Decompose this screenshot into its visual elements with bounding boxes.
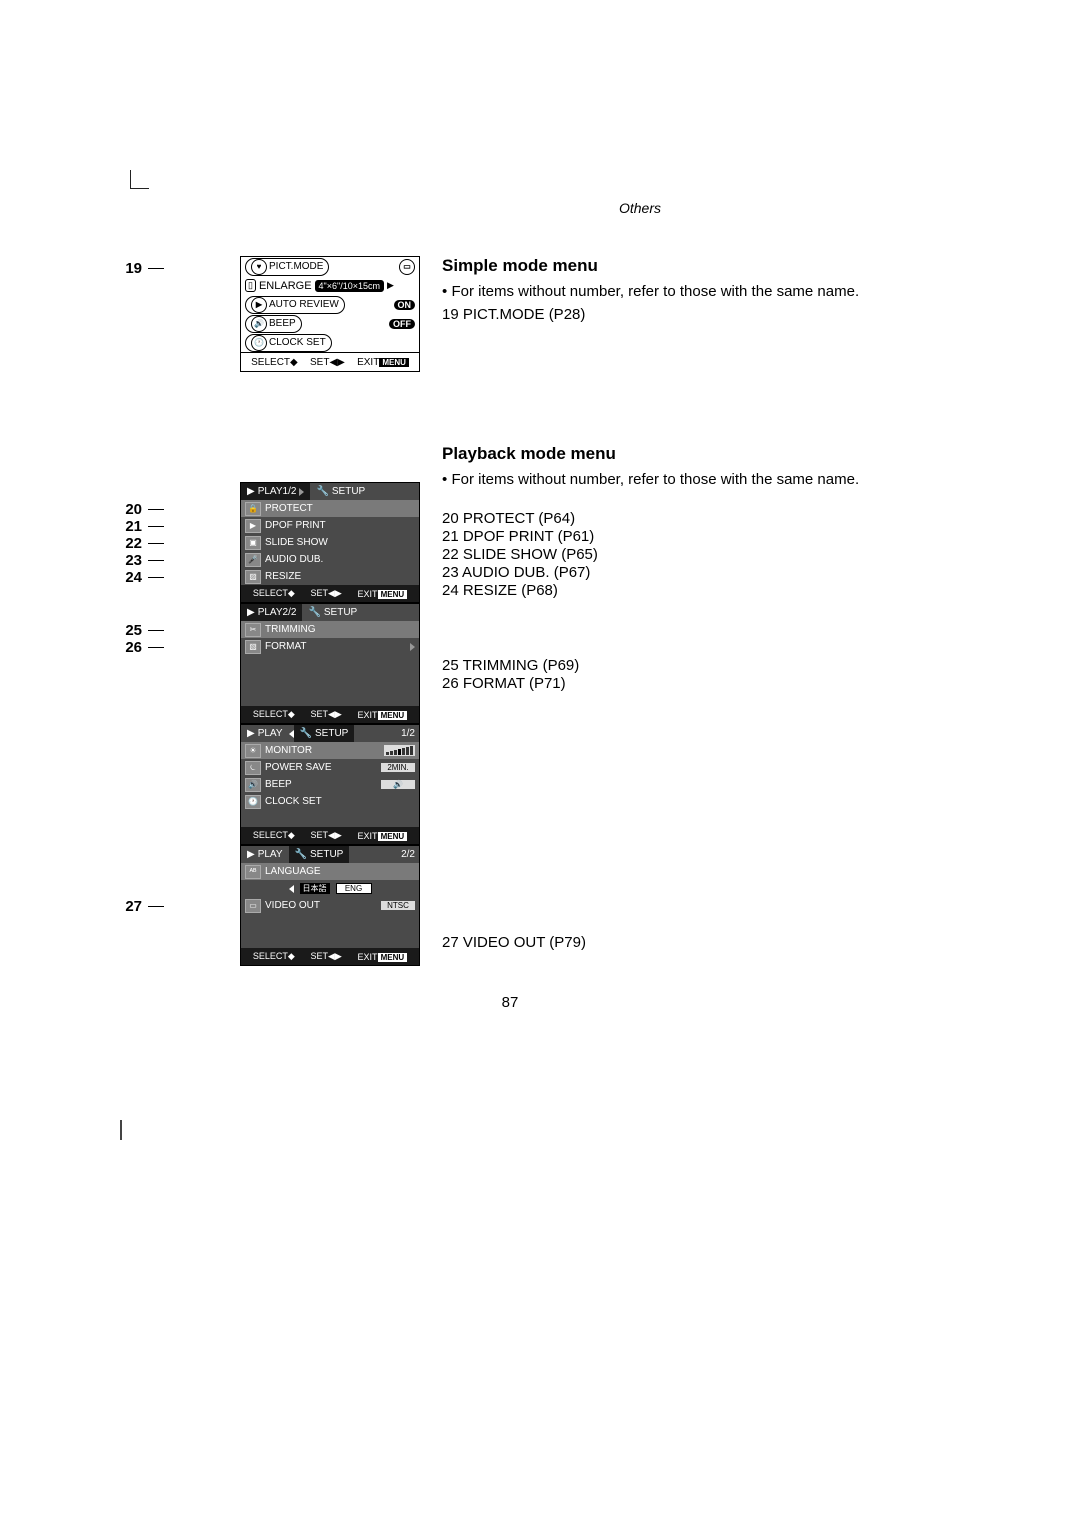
simple-note: • For items without number, refer to tho… xyxy=(442,282,900,302)
item-23: 23 AUDIO DUB. (P67) xyxy=(442,564,900,581)
enlarge-icon: ▯ xyxy=(245,279,256,292)
brightness-bars xyxy=(384,745,415,756)
video-out-icon: ▭ xyxy=(245,899,261,913)
format-icon: ▧ xyxy=(245,640,261,654)
pict-mode-row: ♥ PICT.MODE xyxy=(245,258,329,276)
item-19: 19 PICT.MODE (P28) xyxy=(442,306,900,323)
crop-mark-bottom-left xyxy=(120,1120,122,1140)
page-number: 87 xyxy=(120,994,900,1011)
content-columns: 19 ♥ PICT.MODE ▭ ▯ ENLARGE xyxy=(120,256,900,966)
off-badge: OFF xyxy=(389,319,415,329)
left-column: 19 ♥ PICT.MODE ▭ ▯ ENLARGE xyxy=(120,256,420,966)
item-22: 22 SLIDE SHOW (P65) xyxy=(442,546,900,563)
resize-icon: ▨ xyxy=(245,570,261,584)
item-25: 25 TRIMMING (P69) xyxy=(442,657,900,674)
scissors-icon: ✂ xyxy=(245,623,261,637)
powersave-icon: ⏾ xyxy=(245,761,261,775)
item-24: 24 RESIZE (P68) xyxy=(442,582,900,599)
clock-icon: 🕐 xyxy=(251,335,267,351)
item-20: 20 PROTECT (P64) xyxy=(442,510,900,527)
section-header: Others xyxy=(380,200,900,216)
simple-mode-screen: ♥ PICT.MODE ▭ ▯ ENLARGE 4"×6"/10×15cm ▶ … xyxy=(240,256,420,372)
crop-mark-top-left xyxy=(130,170,149,189)
callout-19: 19 xyxy=(120,260,164,277)
lock-icon: 🔒 xyxy=(245,502,261,516)
simple-footer: SELECT◆ SET◀▶ EXITMENU xyxy=(241,352,419,371)
auto-review-row: ▶ AUTO REVIEW xyxy=(245,296,345,314)
beep-row: 🔊 BEEP xyxy=(245,315,302,333)
review-icon: ▶ xyxy=(251,297,267,313)
mic-icon: 🎤 xyxy=(245,553,261,567)
playback-screen-1: ▶PLAY1/2 🔧SETUP 🔒PROTECT ▶DPOF PRINT ▣SL… xyxy=(240,482,420,603)
simple-mode-title: Simple mode menu xyxy=(442,256,900,276)
clock-icon: 🕐 xyxy=(245,795,261,809)
playback-mode-title: Playback mode menu xyxy=(442,444,900,464)
item-27: 27 VIDEO OUT (P79) xyxy=(442,934,900,951)
item-26: 26 FORMAT (P71) xyxy=(442,675,900,692)
enlarge-value: 4"×6"/10×15cm xyxy=(315,280,384,292)
play-tab: ▶PLAY1/2 xyxy=(241,483,310,500)
speaker-icon: 🔊 xyxy=(251,316,267,332)
playback-note: • For items without number, refer to tho… xyxy=(442,470,900,490)
aspect-icon: ▭ xyxy=(399,259,415,275)
lang-jp: 日本語 xyxy=(300,883,330,894)
playback-setup-screen-1: ▶PLAY 🔧SETUP 1/2 ☀MONITOR ⏾POWER SAVE2MI… xyxy=(240,724,420,845)
heart-icon: ♥ xyxy=(251,259,267,275)
lang-en: ENG xyxy=(336,883,372,894)
beep-icon: 🔊 xyxy=(245,778,261,792)
playback-setup-screen-2: ▶PLAY 🔧SETUP 2/2 ᴬᴮLANGUAGE 日本語 ENG ▭VID… xyxy=(240,845,420,966)
playback-screen-2: ▶PLAY2/2 🔧SETUP ✂TRIMMING ▧FORMAT SELECT… xyxy=(240,603,420,724)
dpof-icon: ▶ xyxy=(245,519,261,533)
slideshow-icon: ▣ xyxy=(245,536,261,550)
setup-tab: 🔧SETUP xyxy=(310,483,371,500)
language-icon: ᴬᴮ xyxy=(245,865,261,879)
right-column: Simple mode menu • For items without num… xyxy=(442,256,900,966)
on-badge: ON xyxy=(394,300,416,310)
page-content: Others 19 ♥ PICT.MODE xyxy=(120,200,900,1011)
item-21: 21 DPOF PRINT (P61) xyxy=(442,528,900,545)
brightness-icon: ☀ xyxy=(245,744,261,758)
clock-set-row: 🕐 CLOCK SET xyxy=(245,334,332,352)
